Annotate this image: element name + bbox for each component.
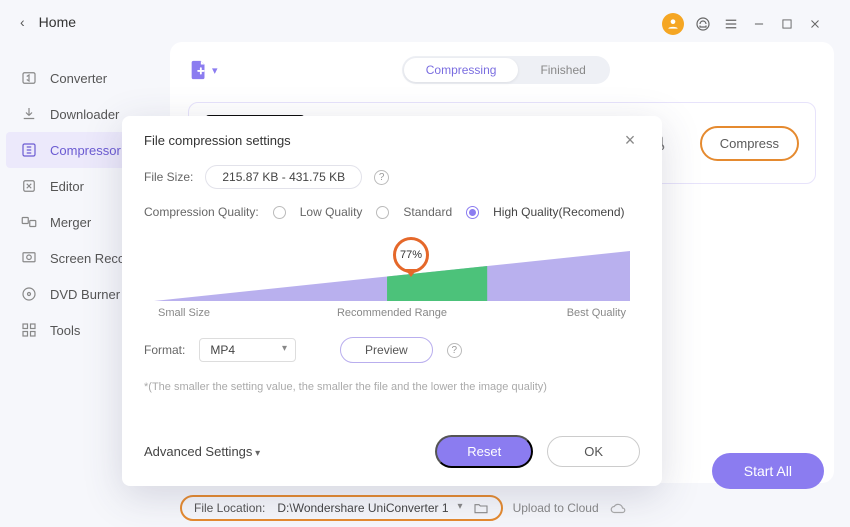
- close-window-icon[interactable]: [806, 15, 824, 33]
- upload-cloud-label: Upload to Cloud: [513, 501, 599, 515]
- file-location-select[interactable]: D:\Wondershare UniConverter 1: [273, 501, 464, 515]
- dialog-hint: *(The smaller the setting value, the sma…: [144, 381, 640, 393]
- add-file-button[interactable]: ▾: [188, 59, 218, 81]
- quality-standard-label: Standard: [403, 205, 452, 219]
- quality-low-label: Low Quality: [300, 205, 363, 219]
- radio-low[interactable]: [273, 206, 286, 219]
- scale-mid-label: Recommended Range: [337, 307, 447, 319]
- file-location-label: File Location:: [194, 501, 265, 515]
- menu-icon[interactable]: [722, 15, 740, 33]
- quality-high-label: High Quality(Recomend): [493, 205, 624, 219]
- dialog-title: File compression settings: [144, 133, 291, 148]
- sidebar-item-label: Merger: [50, 215, 91, 230]
- advanced-settings-toggle[interactable]: Advanced Settings: [144, 444, 260, 459]
- radio-high[interactable]: [466, 206, 479, 219]
- dialog-close-icon[interactable]: ×: [620, 130, 640, 151]
- avatar-icon[interactable]: [662, 13, 684, 35]
- back-icon[interactable]: ‹: [20, 14, 25, 30]
- sidebar-item-label: Tools: [50, 323, 80, 338]
- titlebar: [170, 6, 834, 42]
- sidebar-item-label: Compressor: [50, 143, 121, 158]
- compression-settings-dialog: File compression settings × File Size: 2…: [122, 116, 662, 486]
- home-label[interactable]: Home: [39, 14, 76, 30]
- info-icon[interactable]: ?: [374, 170, 389, 185]
- compress-button[interactable]: Compress: [700, 126, 799, 161]
- info-icon-preview[interactable]: ?: [447, 343, 462, 358]
- converter-icon: [20, 69, 38, 87]
- downloader-icon: [20, 105, 38, 123]
- screenrecorder-icon: [20, 249, 38, 267]
- dlg-filesize-label: File Size:: [144, 170, 193, 184]
- merger-icon: [20, 213, 38, 231]
- maximize-icon[interactable]: [778, 15, 796, 33]
- cloud-icon[interactable]: [609, 499, 627, 517]
- editor-icon: [20, 177, 38, 195]
- tabs: Compressing Finished: [402, 56, 610, 84]
- ok-button[interactable]: OK: [547, 436, 640, 467]
- scale-right-label: Best Quality: [567, 307, 626, 319]
- minimize-icon[interactable]: [750, 15, 768, 33]
- scale-left-label: Small Size: [158, 307, 210, 319]
- sidebar-item-label: Converter: [50, 71, 107, 86]
- compression-quality-label: Compression Quality:: [144, 205, 259, 219]
- sidebar-item-converter[interactable]: Converter: [0, 60, 170, 96]
- format-select[interactable]: MP4: [199, 338, 296, 362]
- quality-slider-chart[interactable]: 77% Small Size Recommended Range Best Qu…: [154, 235, 630, 313]
- tab-compressing[interactable]: Compressing: [404, 58, 519, 82]
- preview-button[interactable]: Preview: [340, 337, 433, 363]
- tools-icon: [20, 321, 38, 339]
- support-icon[interactable]: [694, 15, 712, 33]
- dvdburner-icon: [20, 285, 38, 303]
- sidebar-item-label: Editor: [50, 179, 84, 194]
- sidebar-item-label: Downloader: [50, 107, 119, 122]
- dlg-filesize-value[interactable]: 215.87 KB - 431.75 KB: [205, 165, 362, 189]
- compressor-icon: [20, 141, 38, 159]
- open-folder-icon[interactable]: [473, 500, 489, 516]
- tab-finished[interactable]: Finished: [518, 58, 607, 82]
- start-all-button[interactable]: Start All: [712, 453, 824, 489]
- file-location-group: File Location: D:\Wondershare UniConvert…: [180, 495, 503, 521]
- radio-standard[interactable]: [376, 206, 389, 219]
- sidebar-item-label: DVD Burner: [50, 287, 120, 302]
- slider-marker[interactable]: 77%: [393, 237, 429, 273]
- reset-button[interactable]: Reset: [435, 435, 533, 468]
- format-label: Format:: [144, 343, 185, 357]
